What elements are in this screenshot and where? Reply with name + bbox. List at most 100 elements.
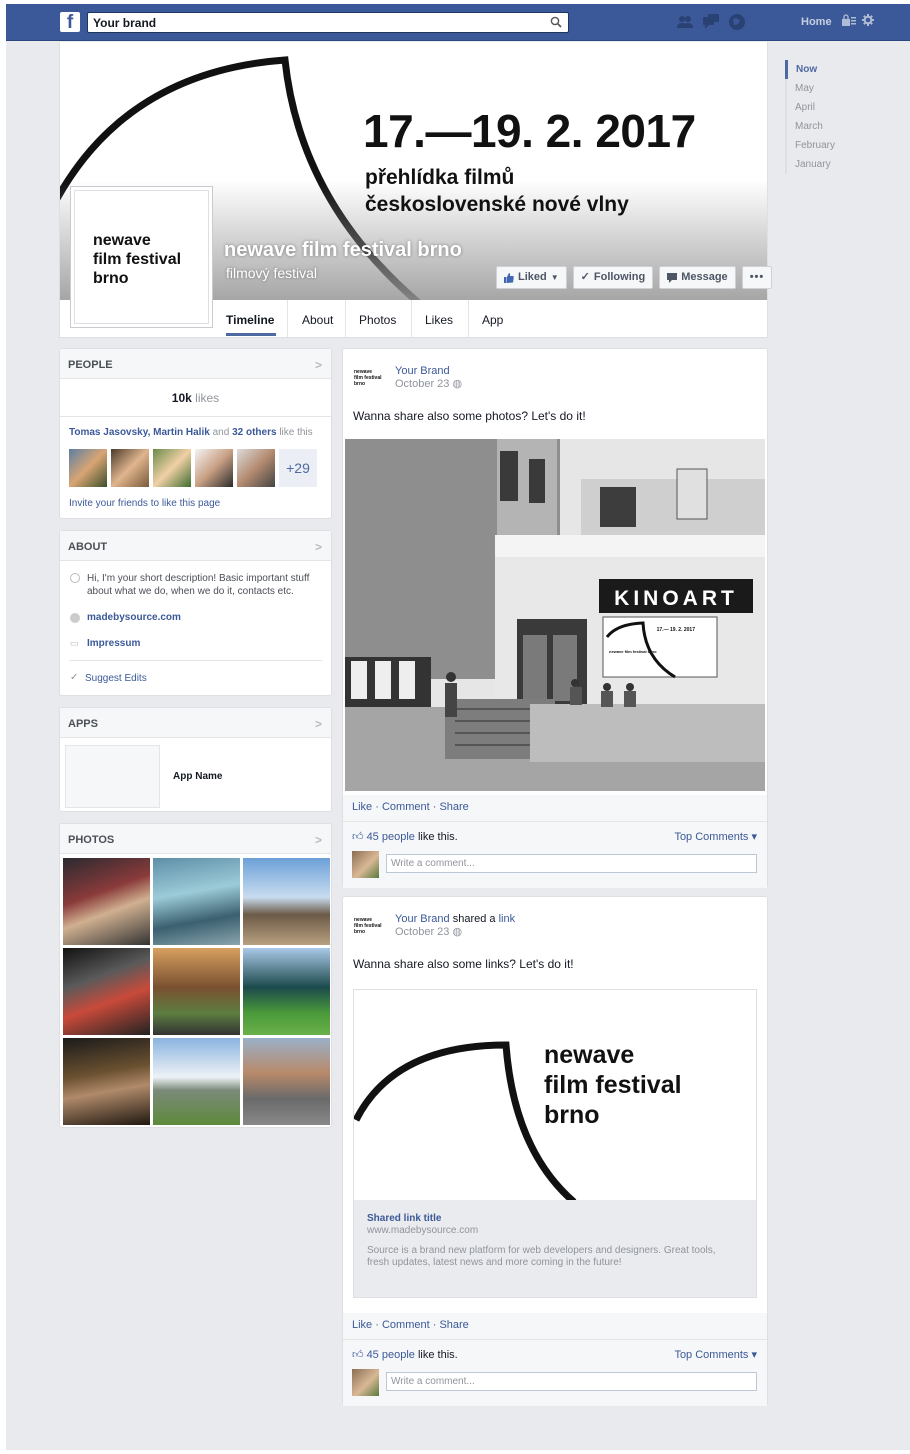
timeline-nav-march[interactable]: March: [785, 117, 845, 136]
photo-thumbnail[interactable]: [243, 948, 330, 1035]
people-liked-link[interactable]: 45 people: [367, 831, 415, 843]
photo-thumbnail[interactable]: [63, 858, 150, 945]
website-link[interactable]: madebysource.com: [87, 612, 181, 623]
suggest-edits-link[interactable]: Suggest Edits: [85, 673, 147, 684]
chevron-right-icon[interactable]: >: [315, 540, 322, 554]
page-name[interactable]: newave film festival brno: [224, 239, 462, 262]
avatar[interactable]: [69, 449, 107, 487]
notifications-icon[interactable]: [728, 13, 746, 31]
likes-label: likes: [195, 391, 220, 405]
home-link[interactable]: Home: [801, 16, 832, 28]
like-link[interactable]: Like: [352, 801, 372, 813]
and-text: and: [212, 427, 230, 438]
info-icon: [70, 573, 80, 583]
likes-summary: 10k likes: [60, 391, 331, 405]
link-word[interactable]: link: [499, 913, 516, 925]
friends-names-link[interactable]: Tomas Jasovsky, Martin Halik: [69, 427, 210, 438]
settings-gear-icon[interactable]: [862, 14, 874, 26]
timeline-nav-february[interactable]: February: [785, 136, 845, 155]
following-button[interactable]: ✓ Following: [572, 266, 654, 289]
poster-name-text: newave film festival brno: [609, 649, 657, 654]
post-date[interactable]: October 23 ◍: [395, 925, 462, 938]
logo-line3: brno: [354, 929, 366, 935]
invite-friends-link[interactable]: Invite your friends to like this page: [69, 498, 220, 509]
chevron-right-icon[interactable]: >: [315, 358, 322, 372]
shared-link-card[interactable]: newave film festival brno Shared link ti…: [353, 989, 757, 1298]
tab-divider: [287, 300, 288, 337]
likes-suffix: like this.: [417, 831, 458, 843]
privacy-shortcuts-icon[interactable]: [842, 14, 856, 26]
link-description: Source is a brand new platform for web d…: [367, 1245, 716, 1268]
profile-picture[interactable]: newave film festival brno: [70, 186, 213, 328]
apps-header[interactable]: APPS >: [60, 708, 331, 738]
post-author-link[interactable]: Your Brand: [395, 913, 450, 925]
photos-header[interactable]: PHOTOS >: [60, 824, 331, 854]
liked-button[interactable]: Liked ▼: [496, 266, 567, 289]
message-button[interactable]: Message: [659, 266, 736, 289]
comment-input[interactable]: Write a comment...: [386, 1372, 757, 1391]
messages-icon[interactable]: [702, 13, 720, 31]
post-photo[interactable]: KINOART 17.— 19. 2. 2017 newave film fes…: [345, 439, 765, 791]
chevron-right-icon[interactable]: >: [315, 717, 322, 731]
timeline-nav-january[interactable]: January: [785, 155, 845, 174]
post-date[interactable]: October 23 ◍: [395, 377, 462, 390]
top-comments-dropdown[interactable]: Top Comments ▾: [674, 1348, 757, 1361]
apps-title: APPS: [68, 718, 98, 730]
about-header[interactable]: ABOUT >: [60, 531, 331, 561]
like-link[interactable]: Like: [352, 1319, 372, 1331]
photo-thumbnail[interactable]: [63, 948, 150, 1035]
thumbs-up-icon: 👍︎: [352, 1349, 364, 1361]
post-avatar-logo[interactable]: newave film festival brno: [354, 369, 382, 387]
top-comments-dropdown[interactable]: Top Comments ▾: [674, 830, 757, 843]
app-name-link[interactable]: App Name: [173, 771, 222, 782]
friend-requests-icon[interactable]: [676, 13, 694, 31]
search-box[interactable]: [87, 12, 569, 33]
photo-thumbnail[interactable]: [63, 1038, 150, 1125]
friends-like-this: Tomas Jasovsky, Martin Halik and 32 othe…: [69, 427, 313, 438]
comment-input[interactable]: Write a comment...: [386, 854, 757, 873]
avatar[interactable]: [111, 449, 149, 487]
tab-likes[interactable]: Likes: [425, 313, 453, 327]
share-link[interactable]: Share: [439, 801, 468, 813]
timeline-nav-april[interactable]: April: [785, 98, 845, 117]
timeline-year-nav: Now May April March February January: [785, 60, 845, 174]
comment-link[interactable]: Comment: [382, 1319, 430, 1331]
search-icon[interactable]: [550, 16, 562, 28]
others-link[interactable]: 32 others: [232, 427, 276, 438]
facebook-logo-icon[interactable]: f: [60, 12, 80, 32]
globe-icon: ◍: [452, 378, 463, 390]
avatar[interactable]: [237, 449, 275, 487]
app-thumbnail[interactable]: [65, 745, 160, 808]
photo-thumbnail[interactable]: [153, 948, 240, 1035]
share-link[interactable]: Share: [439, 1319, 468, 1331]
post-card: newave film festival brno Your Brand Oct…: [342, 348, 768, 888]
chevron-right-icon[interactable]: >: [315, 833, 322, 847]
globe-icon: [70, 613, 80, 623]
post-avatar-logo[interactable]: newave film festival brno: [354, 917, 382, 935]
more-friends-count[interactable]: +29: [279, 449, 317, 487]
impressum-link[interactable]: Impressum: [87, 638, 140, 649]
tab-timeline[interactable]: Timeline: [226, 313, 274, 327]
comment-link[interactable]: Comment: [382, 801, 430, 813]
photo-thumbnail[interactable]: [243, 1038, 330, 1125]
tab-app[interactable]: App: [482, 313, 503, 327]
cinema-sign-text: KINOART: [614, 587, 738, 610]
people-liked-link[interactable]: 45 people: [367, 1349, 415, 1361]
more-options-button[interactable]: •••: [741, 266, 773, 289]
profile-text-line2: film festival: [93, 251, 182, 268]
timeline-nav-may[interactable]: May: [785, 79, 845, 98]
post-author-link[interactable]: Your Brand: [395, 365, 450, 377]
check-icon: ✓: [580, 271, 590, 283]
photo-thumbnail[interactable]: [153, 858, 240, 945]
photo-thumbnail[interactable]: [153, 1038, 240, 1125]
avatar[interactable]: [153, 449, 191, 487]
photo-thumbnail[interactable]: [243, 858, 330, 945]
tab-about[interactable]: About: [302, 313, 333, 327]
timeline-nav-now[interactable]: Now: [785, 60, 845, 79]
post-author-line: Your Brand shared a link: [395, 913, 515, 925]
link-title[interactable]: Shared link title: [367, 1213, 743, 1224]
search-input[interactable]: [88, 13, 528, 32]
avatar[interactable]: [195, 449, 233, 487]
people-header[interactable]: PEOPLE >: [60, 349, 331, 379]
tab-photos[interactable]: Photos: [359, 313, 396, 327]
